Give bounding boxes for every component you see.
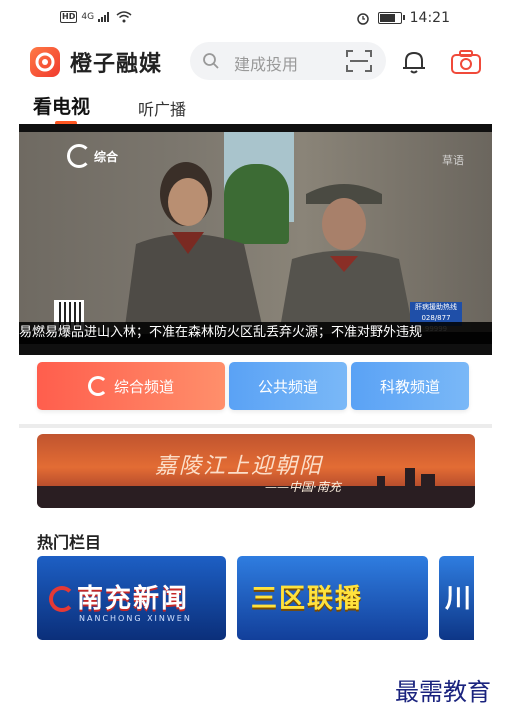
- search-bar[interactable]: 建成投用: [190, 42, 386, 80]
- alarm-icon: [356, 13, 369, 25]
- battery-icon: [377, 12, 405, 24]
- channel-logo: 综合: [67, 144, 118, 168]
- video-figure-right: [279, 184, 414, 334]
- status-bar: HD 4G 14:21: [0, 0, 515, 38]
- promo-banner[interactable]: 嘉陵江上迎朝阳 ——中国·南充: [37, 434, 475, 508]
- channel-logo-icon: [87, 376, 108, 396]
- camera-icon[interactable]: [450, 49, 482, 75]
- signal-bars-icon: [98, 12, 110, 22]
- video-player[interactable]: 综合 草语 肝病援助热线 028/877 99999 易燃易爆品进山入林；不准在…: [19, 124, 492, 355]
- hd-badge: HD: [60, 11, 78, 23]
- video-watermark: 草语: [442, 154, 464, 167]
- news-ticker: 易燃易爆品进山入林；不准在森林防火区乱丢弃火源；不准对野外违规: [19, 322, 492, 344]
- banner-subtitle: ——中国·南充: [265, 480, 341, 494]
- program-card-nanchong-news[interactable]: 南充新闻 NANCHONG XINWEN: [37, 556, 226, 640]
- banner-skyline: [37, 486, 475, 508]
- program-card-partial[interactable]: 川: [439, 556, 474, 640]
- banner-title: 嘉陵江上迎朝阳: [155, 454, 324, 479]
- program-card-three-district[interactable]: 三区联播: [237, 556, 428, 640]
- app-name: 橙子融媒: [70, 52, 163, 77]
- search-icon: [203, 53, 219, 69]
- status-time: 14:21: [409, 10, 450, 26]
- app-header: 橙子融媒 建成投用: [0, 38, 515, 86]
- scan-icon[interactable]: [346, 50, 372, 72]
- channel-button-science[interactable]: 科教频道: [351, 362, 469, 410]
- wifi-icon: [116, 11, 132, 23]
- channel-button-general[interactable]: 综合频道: [37, 362, 225, 410]
- bell-icon[interactable]: [400, 48, 428, 76]
- video-figure-left: [124, 162, 264, 334]
- channel-logo-icon: [67, 144, 91, 168]
- channel-button-public[interactable]: 公共频道: [229, 362, 347, 410]
- status-left: HD 4G: [60, 11, 132, 23]
- program-logo-icon: [49, 586, 75, 612]
- tab-tv[interactable]: 看电视: [33, 92, 90, 119]
- channel-selector: 综合频道 公共频道 科教频道: [37, 362, 477, 412]
- status-right: 14:21: [356, 10, 450, 26]
- brand-watermark: 最需教育: [395, 678, 491, 706]
- app-logo-icon[interactable]: [30, 47, 60, 77]
- hot-section-title: 热门栏目: [37, 533, 102, 552]
- search-placeholder: 建成投用: [234, 55, 299, 74]
- tab-radio[interactable]: 听广播: [138, 96, 186, 120]
- signal-icon: 4G: [81, 12, 95, 22]
- hot-cards: 南充新闻 NANCHONG XINWEN 三区联播 川: [37, 556, 474, 642]
- section-divider: [19, 424, 492, 428]
